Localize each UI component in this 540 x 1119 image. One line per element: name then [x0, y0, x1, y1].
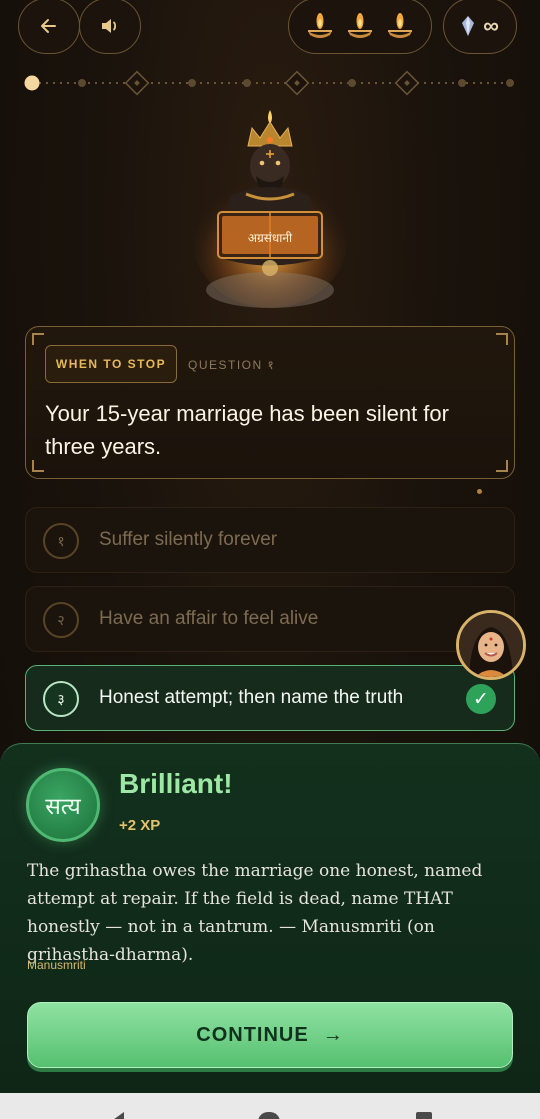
option-text: Honest attempt; then name the truth [99, 687, 404, 708]
check-icon: ✓ [466, 684, 496, 714]
speaker-icon [102, 19, 117, 33]
progress-milestone [394, 70, 420, 96]
lives-indicator [288, 0, 432, 54]
option-text: Suffer silently forever [99, 529, 278, 550]
option-number-badge: १ [43, 523, 79, 559]
result-panel: सत्य Brilliant! +2 XP The grihastha owes… [0, 743, 540, 1093]
question-card: WHEN TO STOP QUESTION १ Your 15-year mar… [25, 326, 515, 479]
floating-particle [477, 489, 482, 494]
card-corner-ornament [496, 333, 508, 345]
nav-home-icon[interactable] [258, 1112, 280, 1119]
nav-back-icon[interactable] [110, 1112, 124, 1119]
sound-button[interactable] [79, 0, 141, 54]
crystal-icon [462, 16, 475, 36]
card-corner-ornament [496, 460, 508, 472]
gems-value: ∞ [483, 13, 499, 38]
xp-reward: +2 XP [119, 817, 161, 834]
diya-lamp-icon [348, 13, 372, 38]
system-navigation-bar [0, 1093, 540, 1119]
book-inscription: अग्रसंधानी [248, 231, 293, 245]
option-number-badge: ३ [43, 681, 79, 717]
nav-recents-icon[interactable] [416, 1112, 432, 1119]
category-badge: WHEN TO STOP [45, 345, 177, 383]
source-citation: Manusmriti [27, 958, 86, 972]
progress-milestone [284, 70, 310, 96]
card-corner-ornament [32, 333, 44, 345]
question-text: Your 15-year marriage has been silent fo… [45, 401, 449, 459]
continue-label: CONTINUE [196, 1023, 309, 1046]
answer-option-1[interactable]: १ Suffer silently forever [25, 507, 515, 573]
question-number-label: QUESTION १ [188, 358, 276, 372]
progress-milestone [124, 70, 150, 96]
arrow-left-icon [41, 19, 56, 33]
answer-option-3[interactable]: ३ Honest attempt; then name the truth ✓ [25, 665, 515, 731]
answer-option-2[interactable]: २ Have an affair to feel alive [25, 586, 515, 652]
lesson-progress-track [24, 70, 514, 96]
result-title: Brilliant! [119, 768, 233, 799]
continue-button[interactable]: CONTINUE → [27, 1002, 513, 1068]
diya-lamp-icon [388, 13, 412, 38]
card-corner-ornament [32, 460, 44, 472]
diya-lamp-icon [308, 13, 332, 38]
arrow-right-icon: → [322, 1023, 344, 1046]
guide-avatar [456, 610, 526, 680]
progress-current-dot [24, 75, 40, 91]
gems-indicator[interactable]: ∞ [443, 0, 517, 54]
explanation-text: The grihastha owes the marriage one hone… [27, 861, 483, 965]
deity-illustration: अग्रसंधानी [192, 110, 348, 308]
option-number-badge: २ [43, 602, 79, 638]
satya-seal-badge: सत्य [26, 768, 100, 842]
option-text: Have an affair to feel alive [99, 608, 319, 629]
back-button[interactable] [18, 0, 80, 54]
